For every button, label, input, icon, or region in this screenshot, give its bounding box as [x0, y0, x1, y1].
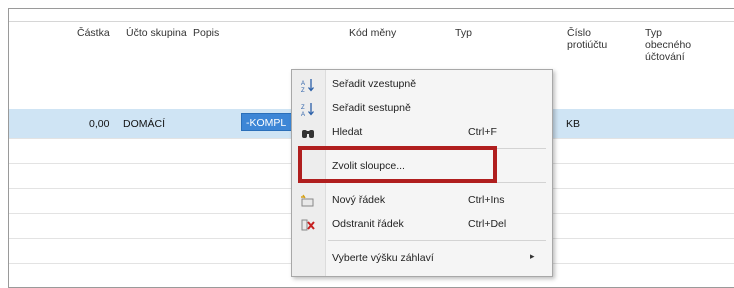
svg-text:Z: Z	[301, 105, 305, 111]
header-line: obecného	[645, 39, 692, 51]
header-line: Typ	[645, 27, 662, 39]
column-header-cislo-protiuctu[interactable]: Číslo protiúčtu	[567, 27, 607, 51]
menu-item-search[interactable]: Hledat Ctrl+F	[292, 122, 552, 144]
grid-top-line	[9, 21, 734, 22]
highlight-box	[298, 146, 497, 183]
column-header-kod-meny[interactable]: Kód měny	[349, 27, 396, 39]
sort-ascending-icon: AZ	[300, 77, 316, 94]
menu-item-label: Hledat	[332, 126, 363, 138]
column-header-popis[interactable]: Popis	[193, 27, 219, 39]
column-header-ucto-skupina[interactable]: Účto skupina	[126, 27, 187, 39]
menu-item-shortcut: Ctrl+Del	[468, 218, 507, 230]
binoculars-icon	[300, 125, 316, 141]
menu-item-sort-ascending[interactable]: AZ Seřadit vzestupně	[292, 74, 552, 96]
menu-item-shortcut: Ctrl+Ins	[468, 194, 505, 206]
column-header-typ-obecneho[interactable]: Typ obecného účtování	[645, 27, 691, 63]
submenu-arrow-icon: ▸	[530, 251, 535, 261]
svg-text:Z: Z	[301, 88, 305, 93]
menu-item-label: Seřadit vzestupně	[332, 78, 417, 90]
menu-item-label: Odstranit řádek	[332, 218, 404, 230]
header-line: účtování	[645, 51, 685, 63]
menu-item-sort-descending[interactable]: ZA Seřadit sestupně	[292, 98, 552, 120]
menu-item-label: Seřadit sestupně	[332, 102, 411, 114]
menu-separator	[328, 240, 546, 241]
sort-descending-icon: ZA	[300, 101, 316, 118]
menu-item-label: Nový řádek	[332, 194, 386, 206]
menu-item-shortcut: Ctrl+F	[468, 126, 497, 138]
column-header-typ[interactable]: Typ	[455, 27, 472, 39]
menu-item-header-height[interactable]: Vyberte výšku záhlaví ▸	[292, 248, 552, 270]
svg-text:A: A	[301, 81, 305, 87]
cell-castka[interactable]: 0,00	[89, 118, 109, 130]
menu-item-label: Vyberte výšku záhlaví	[332, 252, 434, 264]
new-row-icon	[300, 193, 316, 209]
svg-text:A: A	[301, 112, 305, 117]
header-line: protiúčtu	[567, 39, 608, 51]
cell-cislo-protiuctu[interactable]: KB	[566, 118, 580, 130]
delete-row-icon	[300, 217, 316, 233]
column-header-castka[interactable]: Částka	[77, 27, 110, 39]
menu-item-delete-row[interactable]: Odstranit řádek Ctrl+Del	[292, 214, 552, 236]
cell-ucto-skupina[interactable]: DOMÁCÍ	[123, 118, 165, 130]
menu-item-new-row[interactable]: Nový řádek Ctrl+Ins	[292, 190, 552, 212]
header-line: Číslo	[567, 27, 591, 39]
